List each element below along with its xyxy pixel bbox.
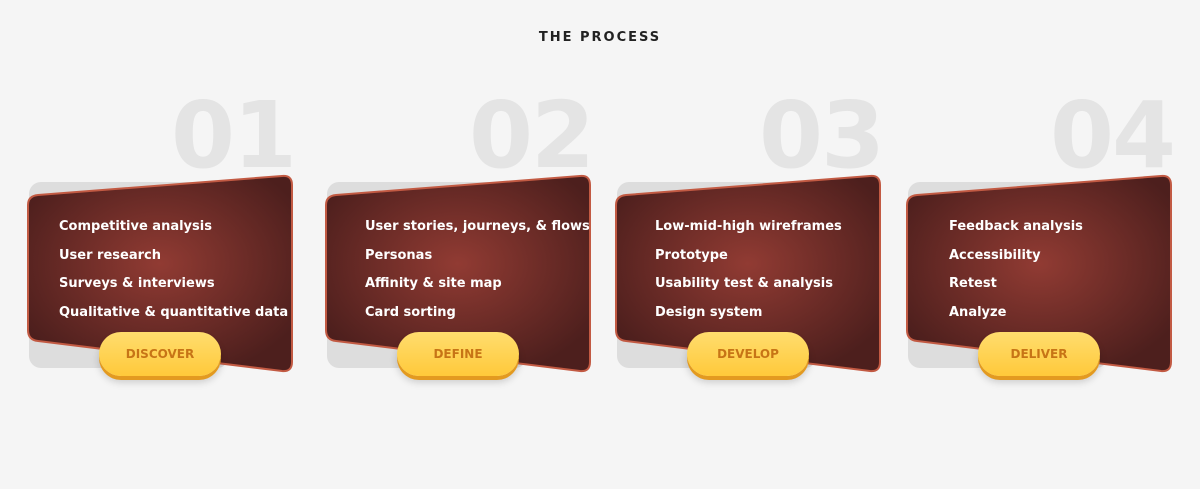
list-item: Personas (365, 247, 433, 263)
list-item: Accessibility (949, 247, 1041, 263)
list-item: User stories, journeys, & flows (365, 219, 590, 234)
step-number: 02 (468, 82, 595, 189)
list-item: Design system (655, 305, 763, 321)
list-item: User research (59, 247, 161, 263)
step-item-list: User stories, journeys, & flows Personas… (365, 217, 590, 332)
process-section: THE PROCESS 01 Competitive analysis User… (0, 0, 1200, 489)
list-item: Usability test & analysis (655, 276, 833, 292)
list-item: Low-mid-high wireframes (655, 219, 842, 234)
list-item: Affinity & site map (365, 276, 502, 292)
list-item: Prototype (655, 247, 728, 263)
list-item: Feedback analysis (949, 219, 1083, 234)
develop-button[interactable]: DEVELOP (687, 332, 809, 376)
process-step-3: 03 Low-mid-high wireframes Prototype Usa… (608, 82, 885, 390)
step-item-list: Feedback analysis Accessibility Retest A… (949, 217, 1083, 332)
step-number: 01 (170, 82, 297, 189)
define-button[interactable]: DEFINE (397, 332, 519, 376)
process-step-1: 01 Competitive analysis User research Su… (20, 82, 297, 390)
list-item: Surveys & interviews (59, 276, 215, 292)
section-title: THE PROCESS (538, 30, 662, 45)
process-step-2: 02 User stories, journeys, & flows Perso… (318, 82, 595, 390)
list-item: Card sorting (365, 305, 456, 321)
list-item: Analyze (949, 305, 1007, 321)
step-number: 03 (758, 82, 885, 189)
list-item: Qualitative & quantitative data (59, 305, 289, 321)
step-item-list: Low-mid-high wireframes Prototype Usabil… (655, 217, 842, 332)
step-number: 04 (1049, 82, 1176, 189)
list-item: Competitive analysis (59, 219, 212, 234)
deliver-button[interactable]: DELIVER (978, 332, 1100, 376)
discover-button[interactable]: DISCOVER (99, 332, 221, 376)
process-step-4: 04 Feedback analysis Accessibility Retes… (899, 82, 1176, 390)
step-item-list: Competitive analysis User research Surve… (59, 217, 288, 332)
list-item: Retest (949, 276, 997, 292)
